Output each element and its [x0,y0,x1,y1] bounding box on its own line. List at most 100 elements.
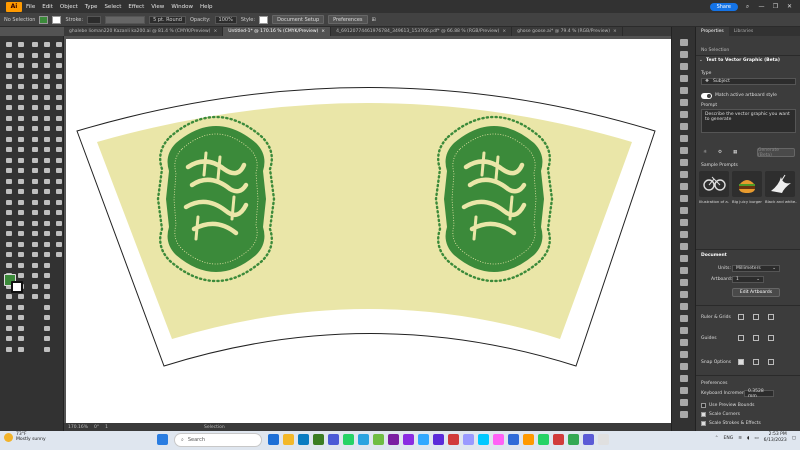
tool-button[interactable] [54,250,63,259]
panel-icon[interactable] [680,75,688,82]
tool-button[interactable] [30,282,39,291]
taskbar-app-icon[interactable] [343,434,354,445]
tool-button[interactable] [42,282,51,291]
tool-button[interactable] [54,240,63,249]
tool-button[interactable] [54,156,63,165]
taskbar-app-icon[interactable] [448,434,459,445]
panel-icon[interactable] [680,363,688,370]
menu-help[interactable]: Help [200,4,213,10]
tool-button[interactable] [4,51,13,60]
variable-width-dropdown[interactable] [105,15,146,24]
tool-button[interactable] [4,156,13,165]
tool-button[interactable] [54,219,63,228]
tool-button[interactable] [16,124,25,133]
tool-button[interactable] [42,229,51,238]
taskbar-app-icon[interactable] [268,434,279,445]
tool-button[interactable] [42,334,51,343]
tool-button[interactable] [30,40,39,49]
panel-icon[interactable] [680,171,688,178]
tool-button[interactable] [4,345,13,354]
tab-libraries[interactable]: Libraries [729,27,758,36]
tool-button[interactable] [16,345,25,354]
tool-button[interactable] [42,166,51,175]
tool-button[interactable] [4,61,13,70]
clock[interactable]: 2:53 PM 6/13/2023 [764,432,787,444]
edit-artboards-button[interactable]: Edit Artboards [732,288,780,297]
menu-object[interactable]: Object [60,4,78,10]
tool-button[interactable] [4,334,13,343]
tool-button[interactable] [4,303,13,312]
menu-file[interactable]: File [26,4,35,10]
tool-button[interactable] [42,40,51,49]
close-icon[interactable]: ✕ [785,2,794,11]
panel-icon[interactable] [680,387,688,394]
panel-icon[interactable] [680,303,688,310]
wifi-icon[interactable]: ≋ [738,436,742,441]
tool-button[interactable] [16,40,25,49]
tool-button[interactable] [4,261,13,270]
taskbar-app-icon[interactable] [283,434,294,445]
share-button[interactable]: Share [709,2,738,11]
panel-icon[interactable] [680,267,688,274]
tool-button[interactable] [4,187,13,196]
tool-button[interactable] [16,61,25,70]
panel-icon[interactable] [680,399,688,406]
taskbar-app-icon[interactable] [298,434,309,445]
tool-button[interactable] [54,114,63,123]
tool-button[interactable] [54,145,63,154]
tab-properties[interactable]: Properties [696,27,729,36]
rotation-angle[interactable]: 0° [94,425,99,430]
tool-button[interactable] [30,51,39,60]
tab-document-4[interactable]: ghose goose.ai* @ 79.4 % (RGB/Preview) × [512,27,623,36]
lock-guides-icon[interactable] [753,335,759,341]
tool-button[interactable] [42,114,51,123]
tool-button[interactable] [4,250,13,259]
tool-button[interactable] [16,114,25,123]
tool-button[interactable] [16,208,25,217]
tab-document-1[interactable]: ghalebe lioman220 Kazanli ka200.ai @ 81.… [64,27,224,36]
taskbar-app-icon[interactable] [553,434,564,445]
tool-button[interactable] [4,103,13,112]
tool-button[interactable] [42,313,51,322]
panel-icon[interactable] [680,99,688,106]
tool-button[interactable] [30,93,39,102]
tool-button[interactable] [30,250,39,259]
sample-thumb-bird[interactable] [765,171,795,197]
tool-button[interactable] [54,229,63,238]
panel-icon[interactable] [680,87,688,94]
tool-button[interactable] [16,82,25,91]
tool-button[interactable] [42,261,51,270]
menu-edit[interactable]: Edit [42,4,53,10]
stroke-weight-dropdown[interactable] [87,15,102,24]
taskbar-app-icon[interactable] [313,434,324,445]
tool-button[interactable] [16,103,25,112]
close-icon[interactable]: × [213,29,217,34]
tool-button[interactable] [4,82,13,91]
tool-button[interactable] [16,219,25,228]
tool-button[interactable] [54,187,63,196]
tool-button[interactable] [54,103,63,112]
use-preview-bounds-checkbox[interactable] [701,403,706,408]
tool-button[interactable] [30,82,39,91]
tool-button[interactable] [42,208,51,217]
tool-button[interactable] [30,135,39,144]
tool-button[interactable] [42,250,51,259]
tool-button[interactable] [16,93,25,102]
tool-button[interactable] [54,177,63,186]
scale-corners-checkbox[interactable] [701,412,706,417]
tool-button[interactable] [4,292,13,301]
tool-button[interactable] [4,93,13,102]
tool-button[interactable] [42,292,51,301]
tool-button[interactable] [4,114,13,123]
generate-button[interactable]: Generate (Beta) [757,148,795,158]
tool-button[interactable] [30,292,39,301]
settings-icon[interactable]: ⚙ [718,150,722,155]
menu-view[interactable]: View [151,4,164,10]
taskbar-app-icon[interactable] [388,434,399,445]
tool-button[interactable] [30,271,39,280]
tool-button[interactable] [4,166,13,175]
panel-icon[interactable] [680,219,688,226]
tool-button[interactable] [4,229,13,238]
tool-button[interactable] [4,219,13,228]
tool-button[interactable] [54,93,63,102]
